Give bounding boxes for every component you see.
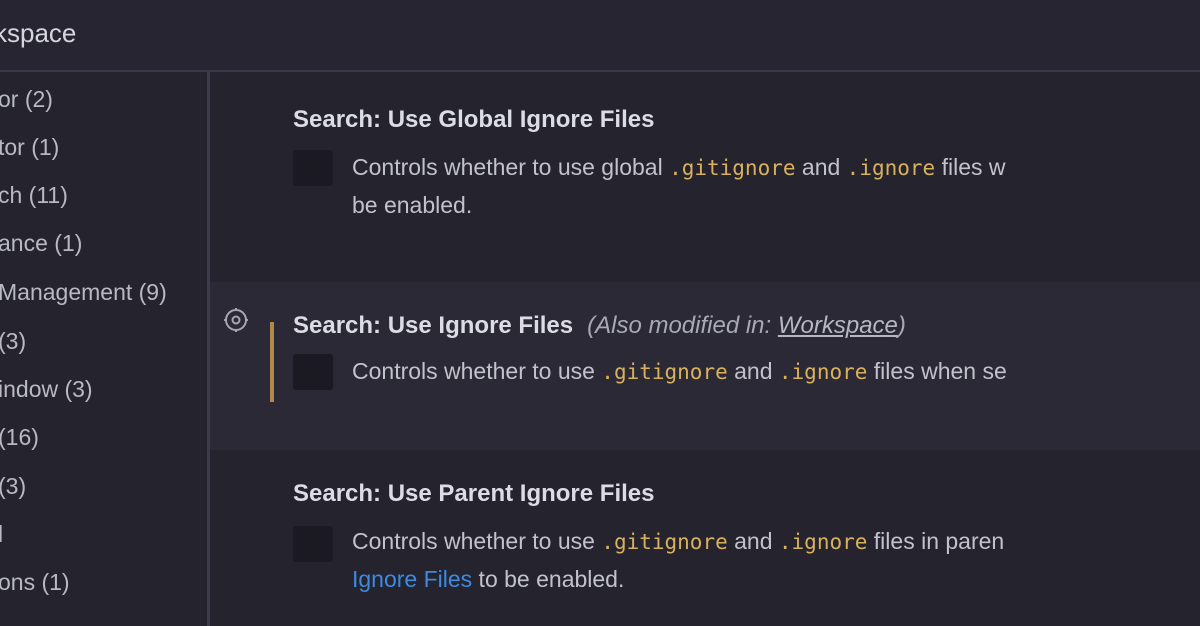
toc-item[interactable]: ance (1) [0, 230, 82, 257]
setting-category: Search: [293, 106, 388, 133]
desc-text: and [727, 358, 779, 384]
code-gitignore: .gitignore [601, 360, 728, 384]
setting-use-global-ignore-files: Search: Use Global Ignore Files Controls… [210, 72, 1200, 272]
setting-title: Search: Use Parent Ignore Files [293, 480, 654, 508]
setting-checkbox[interactable] [293, 150, 333, 186]
gear-icon[interactable] [223, 307, 249, 333]
setting-use-parent-ignore-files: Search: Use Parent Ignore Files Controls… [210, 462, 1200, 626]
desc-text: files when se [867, 358, 1007, 384]
toc-item[interactable]: l [0, 521, 3, 548]
settings-toc: or (2) tor (1) ch (11) ance (1) Manageme… [0, 72, 207, 626]
setting-description: Controls whether to use .gitignore and .… [352, 522, 1004, 561]
setting-name: Use Parent Ignore Files [387, 480, 655, 507]
code-gitignore: .gitignore [601, 530, 728, 554]
modified-prefix: (Also modified in: [587, 312, 778, 339]
toc-item[interactable]: tor (1) [0, 134, 59, 161]
setting-checkbox[interactable] [293, 526, 333, 562]
setting-category: Search: [293, 480, 388, 507]
modified-note: (Also modified in: Workspace) [587, 312, 906, 339]
settings-list: Search: Use Global Ignore Files Controls… [210, 72, 1200, 626]
setting-description: Controls whether to use .gitignore and .… [352, 352, 1007, 391]
code-ignore: .ignore [778, 530, 868, 554]
setting-description-line2: Ignore Files to be enabled. [352, 560, 624, 598]
toc-item[interactable]: Management (9) [0, 279, 167, 306]
toc-item[interactable]: ons (1) [0, 569, 70, 596]
modified-indicator [270, 322, 274, 402]
desc-text: Controls whether to use [352, 358, 602, 384]
setting-checkbox[interactable] [293, 354, 333, 390]
desc-text: files in paren [867, 528, 1005, 554]
setting-link-ignore-files[interactable]: Ignore Files [352, 566, 472, 592]
toc-item[interactable]: (3) [0, 328, 26, 355]
desc-text: and [727, 528, 779, 554]
code-gitignore: .gitignore [669, 156, 796, 180]
setting-name: Use Global Ignore Files [387, 106, 655, 133]
toc-item[interactable]: or (2) [0, 86, 53, 113]
desc-text: to be enabled. [472, 566, 625, 592]
desc-text: Controls whether to use global [352, 154, 670, 180]
code-ignore: .ignore [778, 360, 868, 384]
modified-suffix: ) [897, 312, 906, 339]
setting-description: Controls whether to use global .gitignor… [352, 148, 1005, 187]
setting-description-line2: be enabled. [352, 192, 473, 218]
desc-text: files w [935, 154, 1006, 180]
toc-item[interactable]: (16) [0, 424, 39, 451]
setting-use-ignore-files: Search: Use Ignore Files (Also modified i… [210, 282, 1200, 450]
tab-workspace[interactable]: kspace [0, 18, 76, 49]
setting-name: Use Ignore Files [387, 312, 574, 339]
code-ignore: .ignore [846, 156, 936, 180]
toc-item[interactable]: indow (3) [0, 376, 93, 403]
modified-workspace-link[interactable]: Workspace [778, 312, 898, 339]
desc-text: and [795, 154, 847, 180]
toc-item[interactable]: (3) [0, 473, 26, 500]
setting-title: Search: Use Global Ignore Files [293, 106, 654, 134]
toc-item[interactable]: ch (11) [0, 182, 68, 209]
desc-text: Controls whether to use [352, 528, 602, 554]
setting-category: Search: [293, 312, 388, 339]
setting-title: Search: Use Ignore Files (Also modified i… [293, 312, 906, 340]
settings-header: kspace [0, 0, 1200, 72]
